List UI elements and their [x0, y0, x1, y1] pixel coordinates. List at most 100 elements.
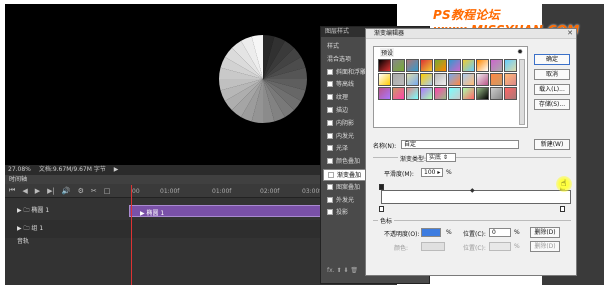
gradient-preset-swatch[interactable]	[448, 87, 461, 100]
midpoint-diamond-icon[interactable]: ◆	[470, 187, 475, 194]
gear-icon[interactable]: ⚙	[78, 187, 84, 195]
color-swatch[interactable]	[421, 242, 445, 251]
document-info: 文档:9.67M/9.67M 字节	[38, 166, 106, 173]
gradient-preset-swatch[interactable]	[462, 87, 475, 100]
layer-style-item[interactable]: 纹理	[327, 92, 348, 104]
gradient-preset-swatch[interactable]	[378, 87, 391, 100]
checkbox[interactable]	[327, 81, 333, 88]
checkbox[interactable]	[327, 196, 333, 203]
split-icon[interactable]: ✂	[91, 187, 97, 195]
layer-style-item-label: 图案叠加	[336, 183, 361, 191]
gradient-preset-swatch[interactable]	[448, 59, 461, 72]
prev-frame-icon[interactable]: ◀	[22, 187, 27, 195]
layer-style-item[interactable]: 描边	[327, 105, 348, 117]
presets-scrollbar[interactable]	[519, 59, 525, 125]
layer-style-item[interactable]: 斜面和浮雕	[327, 67, 366, 79]
gradient-preset-swatch[interactable]	[462, 73, 475, 86]
gradient-preset-swatch[interactable]	[420, 59, 433, 72]
layer-style-item[interactable]: 内发光	[327, 131, 354, 143]
smoothness-field[interactable]: 100 ▸	[421, 168, 443, 177]
layer-style-item[interactable]: 内阴影	[327, 118, 354, 130]
checkbox[interactable]	[327, 132, 333, 139]
gradient-preset-swatch[interactable]	[490, 87, 503, 100]
next-frame-icon[interactable]: ▶|	[47, 187, 55, 195]
checkbox[interactable]	[327, 158, 333, 165]
layer-style-item[interactable]: 投影	[327, 207, 348, 219]
gradient-preset-swatch[interactable]	[504, 59, 517, 72]
layer-style-item[interactable]: 渐变叠加	[323, 169, 371, 181]
gradient-preset-swatch[interactable]	[378, 73, 391, 86]
location-field[interactable]: 0	[489, 228, 511, 237]
gradient-preset-swatch[interactable]	[504, 73, 517, 86]
cursor-icon: ☝	[561, 179, 567, 189]
checkbox[interactable]	[327, 209, 333, 216]
gradient-preset-swatch[interactable]	[476, 87, 489, 100]
ruler-tick: 02:00f	[260, 188, 280, 195]
checkbox[interactable]	[327, 183, 333, 190]
gradient-preset-swatch[interactable]	[392, 87, 405, 100]
name-field[interactable]: 自定	[401, 140, 519, 149]
chevron-right-icon[interactable]: ▶	[114, 166, 119, 173]
gradient-preset-swatch[interactable]	[434, 87, 447, 100]
gradient-type-label: 渐变类型:	[398, 154, 429, 163]
delete-color-stop-button[interactable]: 删除(D)	[530, 241, 560, 252]
gear-icon[interactable]: ✹	[517, 48, 523, 56]
gradient-type-select[interactable]: 实底 ⇕	[426, 153, 456, 162]
gradient-preset-swatch[interactable]	[504, 87, 517, 100]
color-stop[interactable]	[560, 206, 565, 212]
layer-style-item[interactable]: 样式	[327, 41, 339, 53]
gradient-preset-swatch[interactable]	[476, 59, 489, 72]
layer-style-item[interactable]: 图案叠加	[327, 182, 360, 194]
checkbox[interactable]	[327, 94, 333, 101]
save-button[interactable]: 存储(S)...	[534, 99, 570, 110]
timeline-tab-label: 时间轴	[9, 176, 28, 183]
gradient-preset-swatch[interactable]	[490, 73, 503, 86]
gradient-preset-swatch[interactable]	[434, 59, 447, 72]
gradient-preset-swatch[interactable]	[392, 73, 405, 86]
checkbox[interactable]	[327, 145, 333, 152]
play-icon[interactable]: ▶	[35, 187, 40, 195]
gradient-preset-swatch[interactable]	[476, 73, 489, 86]
layer-style-item-label: 样式	[327, 43, 340, 50]
gradient-preset-swatch[interactable]	[420, 87, 433, 100]
delete-opacity-stop-button[interactable]: 删除(D)	[530, 227, 560, 238]
checkbox[interactable]	[327, 68, 333, 75]
cancel-button[interactable]: 取消	[534, 69, 570, 80]
zoom-level[interactable]: 27.08%	[8, 166, 31, 173]
checkbox[interactable]	[328, 172, 334, 178]
layer-style-item-label: 渐变叠加	[337, 172, 362, 179]
audio-icon[interactable]: 🔊	[62, 187, 71, 195]
close-icon[interactable]: ✕	[567, 29, 573, 37]
ok-button[interactable]: 确定	[534, 54, 570, 65]
color-location-field[interactable]	[489, 242, 511, 251]
gradient-preset-swatch[interactable]	[490, 59, 503, 72]
opacity-field[interactable]	[421, 228, 441, 237]
load-button[interactable]: 载入(L)...	[534, 84, 570, 95]
layer-style-item[interactable]: 混合选项	[327, 54, 351, 66]
checkbox[interactable]	[327, 119, 333, 126]
transition-icon[interactable]: □	[104, 187, 111, 195]
gradient-preset-swatch[interactable]	[406, 59, 419, 72]
gradient-preset-swatch[interactable]	[406, 73, 419, 86]
gradient-preset-swatch[interactable]	[406, 87, 419, 100]
fx-footer[interactable]: fx. ⬆ ⬇ 🗑	[327, 265, 358, 277]
color-label: 颜色:	[394, 245, 409, 252]
layer-style-item[interactable]: 颜色叠加	[327, 156, 360, 168]
new-button[interactable]: 新建(W)	[534, 139, 570, 150]
color-stop[interactable]	[379, 206, 384, 212]
layer-style-item[interactable]: 光泽	[327, 143, 348, 155]
gradient-preset-swatch[interactable]	[434, 73, 447, 86]
layer-style-item[interactable]: 等高线	[327, 79, 354, 91]
first-frame-icon[interactable]: ⏮	[9, 186, 15, 195]
playhead[interactable]	[131, 185, 132, 285]
gradient-preset-swatch[interactable]	[392, 59, 405, 72]
checkbox[interactable]	[327, 107, 333, 113]
gradient-preset-swatch[interactable]	[378, 59, 391, 72]
gradient-preview-bar[interactable]	[381, 190, 571, 204]
layer-style-item[interactable]: 外发光	[327, 195, 354, 207]
gradient-preset-swatch[interactable]	[448, 73, 461, 86]
opacity-label: 不透明度(O):	[384, 231, 420, 238]
gradient-preset-swatch[interactable]	[462, 59, 475, 72]
gradient-editor-dialog: 渐变编辑器 ✕ 预设 ✹ 确定 取消 载入(L)... 存储(S)... 名称(…	[365, 28, 577, 276]
gradient-preset-swatch[interactable]	[420, 73, 433, 86]
